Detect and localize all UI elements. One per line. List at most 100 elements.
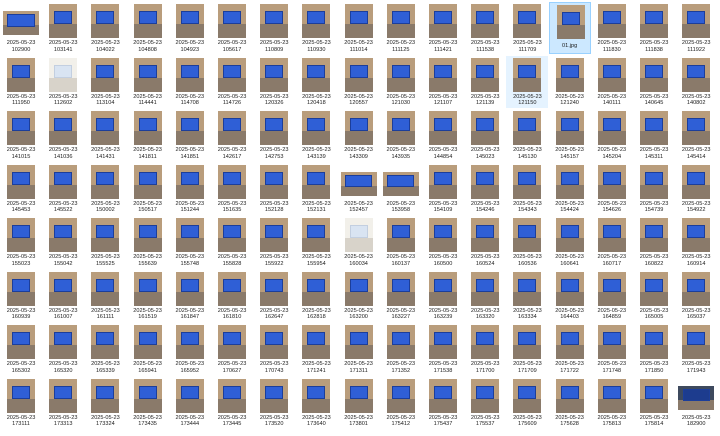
file-item[interactable]: 2025-05-23 143935 [380,109,422,161]
file-item[interactable]: 2025-05-23 114708 [169,56,211,108]
file-item[interactable]: 2025-05-23 161007 [42,270,84,322]
file-item[interactable]: 2025-05-23 141431 [84,109,126,161]
file-item[interactable]: 2025-05-23 171850 [633,323,675,375]
file-item[interactable]: 2025-05-23 143139 [295,109,337,161]
file-item[interactable]: 2025-05-23 154424 [549,163,591,215]
file-item[interactable]: 2025-05-23 120557 [338,56,380,108]
file-item[interactable]: 2025-05-23 103141 [42,2,84,54]
file-item[interactable]: 2025-05-23 145204 [591,109,633,161]
file-item[interactable]: 2025-05-23 165037 [675,270,717,322]
file-item[interactable]: 2025-05-23 173324 [84,377,126,429]
file-item[interactable]: 2025-05-23 111125 [380,2,422,54]
file-item[interactable]: 2025-05-23 143309 [338,109,380,161]
file-item[interactable]: 2025-05-23 170627 [211,323,253,375]
file-item[interactable]: 2025-05-23 175628 [549,377,591,429]
file-item[interactable]: 2025-05-23 110809 [253,2,295,54]
file-item[interactable]: 2025-05-23 145522 [42,163,84,215]
file-item[interactable]: 2025-05-23 141015 [0,109,42,161]
file-item[interactable]: 2025-05-23 152131 [295,163,337,215]
file-item[interactable]: 2025-05-23 145453 [0,163,42,215]
file-item[interactable]: 2025-05-23 154922 [675,163,717,215]
file-item[interactable]: 2025-05-23 155042 [42,216,84,268]
file-item[interactable]: 2025-05-23 111709 [506,2,548,54]
file-item[interactable]: 2025-05-23 154246 [464,163,506,215]
file-item[interactable]: 2025-05-23 154109 [422,163,464,215]
file-item[interactable]: 2025-05-23 104022 [84,2,126,54]
file-item[interactable]: 2025-05-23 161847 [169,270,211,322]
file-item[interactable]: 2025-05-23 165952 [169,323,211,375]
file-item[interactable]: 2025-05-23 160500 [422,216,464,268]
file-item[interactable]: 2025-05-23 182900 [675,377,717,429]
file-item[interactable]: 2025-05-23 141811 [127,109,169,161]
file-item[interactable]: 2025-05-23 144854 [422,109,464,161]
file-item[interactable]: 2025-05-23 111538 [464,2,506,54]
file-item[interactable]: 2025-05-23 160536 [506,216,548,268]
file-item[interactable]: 2025-05-23 162818 [295,270,337,322]
file-item[interactable]: 2025-05-23 104808 [127,2,169,54]
file-item[interactable]: 2025-05-23 160524 [464,216,506,268]
file-item[interactable]: 2025-05-23 121030 [380,56,422,108]
file-item[interactable]: 2025-05-23 160717 [591,216,633,268]
file-item[interactable]: 2025-05-23 173640 [295,377,337,429]
file-item[interactable]: 2025-05-23 155748 [169,216,211,268]
file-item[interactable]: 2025-05-23 104923 [169,2,211,54]
file-item[interactable]: 2025-05-23 165302 [0,323,42,375]
file-item[interactable]: 2025-05-23 140645 [633,56,675,108]
file-item[interactable]: 2025-05-23 155525 [84,216,126,268]
file-item[interactable]: 2025-05-23 111838 [633,2,675,54]
file-item[interactable]: 2025-05-23 111950 [0,56,42,108]
file-item[interactable]: 2025-05-23 120326 [253,56,295,108]
file-item[interactable]: 2025-05-23 155954 [295,216,337,268]
file-item[interactable]: 2025-05-23 171352 [380,323,422,375]
file-item[interactable]: 2025-05-23 160939 [0,270,42,322]
file-item[interactable]: 2025-05-23 171538 [422,323,464,375]
file-item[interactable]: 2025-05-23 110930 [295,2,337,54]
file-item[interactable]: 2025-05-23 164403 [549,270,591,322]
file-item[interactable]: 2025-05-23 111014 [338,2,380,54]
file-item[interactable]: 2025-05-23 111421 [422,2,464,54]
file-item[interactable]: 2025-05-23 160137 [380,216,422,268]
file-item[interactable]: 2025-05-23 160914 [675,216,717,268]
file-item[interactable]: 2025-05-23 171722 [549,323,591,375]
file-item[interactable]: 2025-05-23 173313 [42,377,84,429]
file-item[interactable]: 2025-05-23 140802 [675,56,717,108]
file-item[interactable]: 2025-05-23 173444 [169,377,211,429]
file-item[interactable]: 2025-05-23 150517 [127,163,169,215]
file-item[interactable]: 2025-05-23 175537 [464,377,506,429]
file-item[interactable]: 2025-05-23 150002 [84,163,126,215]
file-item[interactable]: 2025-05-23 121150 [506,55,549,108]
file-item[interactable]: 2025-05-23 175813 [591,377,633,429]
file-item[interactable]: 2025-05-23 145157 [549,109,591,161]
file-item[interactable]: 2025-05-23 140111 [591,56,633,108]
file-item[interactable]: 2025-05-23 163334 [506,270,548,322]
file-item[interactable]: 2025-05-23 163320 [464,270,506,322]
file-item[interactable]: 2025-05-23 111830 [591,2,633,54]
file-item[interactable]: 2025-05-23 175609 [506,377,548,429]
file-item[interactable]: 2025-05-23 165005 [633,270,675,322]
file-item[interactable]: 01.jpg [548,2,591,54]
file-item[interactable]: 2025-05-23 141851 [169,109,211,161]
file-item[interactable]: 2025-05-23 171748 [591,323,633,375]
file-item[interactable]: 2025-05-23 163239 [422,270,464,322]
file-item[interactable]: 2025-05-23 165941 [127,323,169,375]
file-item[interactable]: 2025-05-23 121240 [549,56,591,108]
file-item[interactable]: 2025-05-23 173801 [338,377,380,429]
file-item[interactable]: 2025-05-23 160034 [338,216,380,268]
file-item[interactable]: 2025-05-23 173435 [127,377,169,429]
file-item[interactable]: 2025-05-23 171241 [295,323,337,375]
file-item[interactable]: 2025-05-23 141036 [42,109,84,161]
file-item[interactable]: 2025-05-23 175814 [633,377,675,429]
file-item[interactable]: 2025-05-23 154626 [591,163,633,215]
file-item[interactable]: 2025-05-23 154739 [633,163,675,215]
file-item[interactable]: 2025-05-23 121139 [464,56,506,108]
file-item[interactable]: 2025-05-23 114726 [211,56,253,108]
file-item[interactable]: 2025-05-23 155023 [0,216,42,268]
file-item[interactable]: 2025-05-23 161111 [84,270,126,322]
file-item[interactable]: 2025-05-23 161810 [211,270,253,322]
file-item[interactable]: 2025-05-23 155639 [127,216,169,268]
file-item[interactable]: 2025-05-23 165339 [84,323,126,375]
file-item[interactable]: 2025-05-23 164859 [591,270,633,322]
file-item[interactable]: 2025-05-23 175437 [422,377,464,429]
file-item[interactable]: 2025-05-23 112602 [42,56,84,108]
file-item[interactable]: 2025-05-23 160822 [633,216,675,268]
